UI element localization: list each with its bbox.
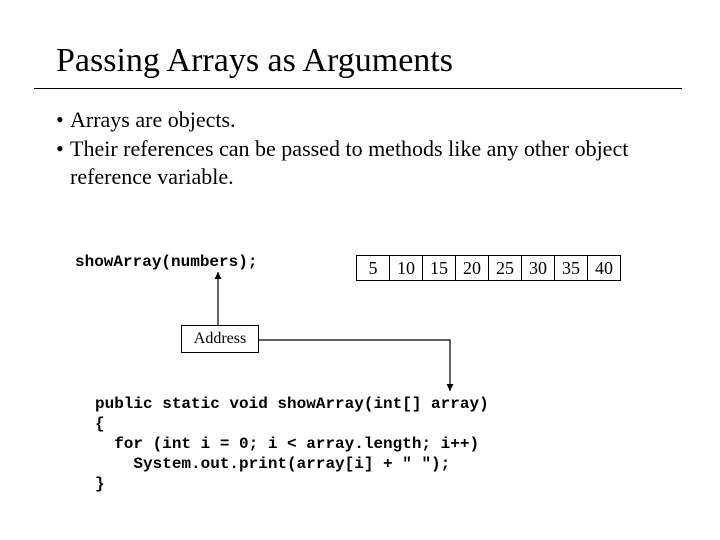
bullet-list: • Arrays are objects. • Their references… — [56, 106, 656, 192]
title-underline — [34, 88, 682, 89]
bullet-dot: • — [56, 135, 70, 192]
bullet-text: Arrays are objects. — [70, 106, 656, 135]
array-cell: 15 — [423, 256, 456, 281]
address-box: Address — [181, 325, 259, 353]
call-expression-code: showArray(numbers); — [75, 253, 257, 271]
bullet-text: Their references can be passed to method… — [70, 135, 656, 192]
array-cell: 5 — [357, 256, 390, 281]
method-definition-code: public static void showArray(int[] array… — [95, 394, 489, 494]
array-cell: 40 — [588, 256, 621, 281]
slide-title: Passing Arrays as Arguments — [56, 42, 453, 80]
bullet-item: • Arrays are objects. — [56, 106, 656, 135]
bullet-dot: • — [56, 106, 70, 135]
bullet-item: • Their references can be passed to meth… — [56, 135, 656, 192]
array-cell: 30 — [522, 256, 555, 281]
array-visual: 5 10 15 20 25 30 35 40 — [356, 255, 621, 281]
array-cell: 25 — [489, 256, 522, 281]
array-cell: 20 — [456, 256, 489, 281]
array-cell: 35 — [555, 256, 588, 281]
array-cell: 10 — [390, 256, 423, 281]
